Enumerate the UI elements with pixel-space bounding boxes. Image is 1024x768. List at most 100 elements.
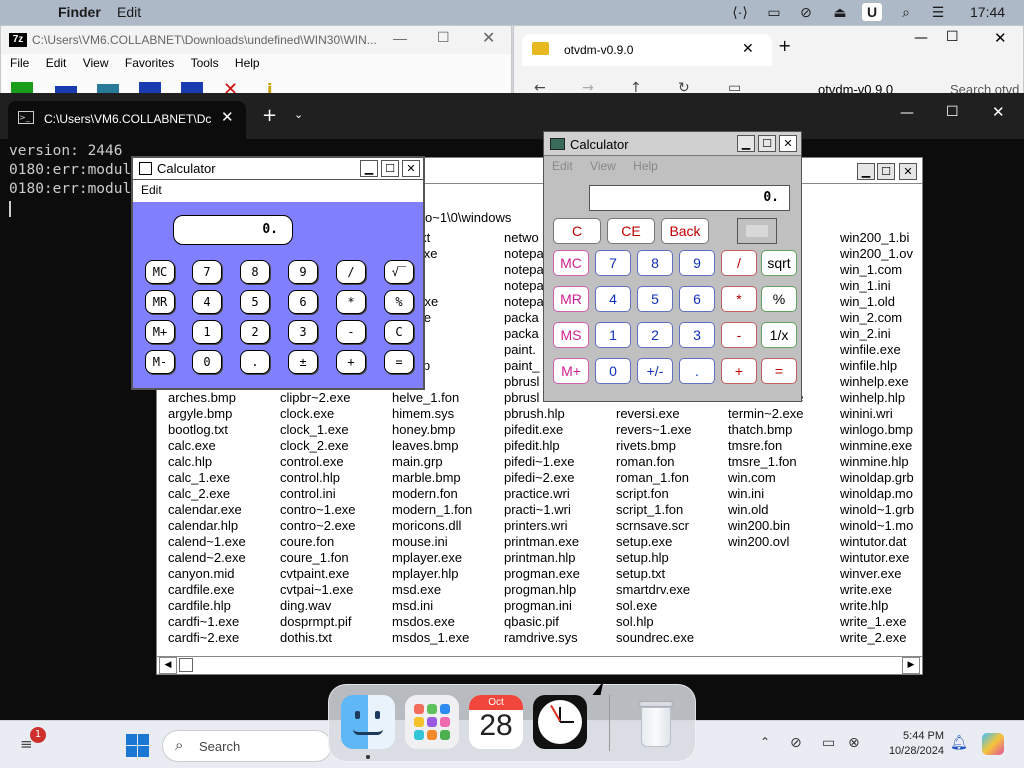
scroll-left-icon[interactable]: ◀ <box>159 657 177 674</box>
file-item[interactable]: calend~1.exe <box>168 534 246 550</box>
file-item[interactable]: cardfi~2.exe <box>168 630 239 646</box>
file-item[interactable]: progman.exe <box>504 566 580 582</box>
file-item[interactable]: roman.fon <box>616 454 675 470</box>
menu-help[interactable]: Help <box>633 159 658 173</box>
calc1-key-button[interactable]: C <box>384 320 414 344</box>
menu-tools[interactable]: Tools <box>191 56 219 70</box>
file-item[interactable]: clock_2.exe <box>280 438 349 454</box>
calc2-key-button[interactable]: + <box>721 358 757 384</box>
volume-off-icon[interactable]: ⊗ <box>848 735 860 751</box>
calc1-key-button[interactable]: 8 <box>240 260 270 284</box>
taskbar-clock[interactable]: 5:44 PM 10/28/2024 <box>872 729 944 759</box>
file-item[interactable]: wintutor.exe <box>840 550 909 566</box>
calc1-key-button[interactable]: 3 <box>288 320 318 344</box>
finder-menu[interactable]: Finder <box>58 4 101 20</box>
file-item[interactable]: winhelp.exe <box>840 374 909 390</box>
calc1-key-button[interactable]: 1 <box>192 320 222 344</box>
calc2-key-button[interactable]: MS <box>553 322 589 348</box>
file-item[interactable]: write.hlp <box>840 598 888 614</box>
calc2-key-button[interactable]: M+ <box>553 358 589 384</box>
file-item[interactable]: control.exe <box>280 454 344 470</box>
file-item[interactable]: pifedit.hlp <box>504 438 560 454</box>
user-icon[interactable]: U <box>862 3 882 21</box>
file-item[interactable]: notepa <box>504 246 544 262</box>
new-tab-icon[interactable]: + <box>262 105 277 126</box>
display-icon[interactable]: ▭ <box>822 735 835 751</box>
file-item[interactable]: calend~2.exe <box>168 550 246 566</box>
file-item[interactable]: msd.ini <box>392 598 433 614</box>
file-item[interactable]: arches.bmp <box>168 390 236 406</box>
calc2-key-button[interactable]: * <box>721 286 757 312</box>
file-item[interactable]: win_1.old <box>840 294 895 310</box>
file-item[interactable]: calc.hlp <box>168 454 212 470</box>
menu-edit[interactable]: Edit <box>552 159 573 173</box>
file-item[interactable]: write_2.exe <box>840 630 906 646</box>
file-item[interactable]: calc_2.exe <box>168 486 230 502</box>
calc2-key-button[interactable]: 2 <box>637 322 673 348</box>
chevron-down-icon[interactable]: ⌄ <box>294 108 303 121</box>
launchpad-icon[interactable] <box>405 695 459 749</box>
calc1-key-button[interactable]: - <box>336 320 366 344</box>
terminal-tab[interactable]: >_ C:\Users\VM6.COLLABNET\Dc ✕ <box>8 101 246 139</box>
menu-edit[interactable]: Edit <box>141 183 162 197</box>
file-item[interactable]: thatch.bmp <box>728 422 792 438</box>
file-item[interactable]: coure_1.fon <box>280 550 349 566</box>
file-item[interactable]: dothis.txt <box>280 630 332 646</box>
file-item[interactable]: win200.ovl <box>728 534 789 550</box>
calc2-key-button[interactable]: 7 <box>595 250 631 276</box>
file-item[interactable]: pbrusl <box>504 374 539 390</box>
calc2-key-button[interactable]: 5 <box>637 286 673 312</box>
calc1-key-button[interactable]: / <box>336 260 366 284</box>
calc2-key-button[interactable]: 3 <box>679 322 715 348</box>
file-item[interactable]: packa <box>504 310 539 326</box>
file-item[interactable]: win.com <box>728 470 776 486</box>
menu-view[interactable]: View <box>590 159 616 173</box>
calc2-key-button[interactable]: / <box>721 250 757 276</box>
file-item[interactable]: clipbr~2.exe <box>280 390 350 406</box>
file-item[interactable]: calendar.hlp <box>168 518 238 534</box>
eject-icon[interactable]: ⏏ <box>830 3 850 21</box>
clock-icon[interactable] <box>533 695 587 749</box>
calc1-key-button[interactable]: 6 <box>288 290 318 314</box>
file-item[interactable]: clock.exe <box>280 406 334 422</box>
file-item[interactable]: calendar.exe <box>168 502 242 518</box>
file-item[interactable]: netwo <box>504 230 539 246</box>
close-icon[interactable]: ✕ <box>779 135 797 152</box>
calc2-key-button[interactable]: 1/x <box>761 322 797 348</box>
calc2-key-button[interactable]: +/- <box>637 358 673 384</box>
file-item[interactable]: winver.exe <box>840 566 901 582</box>
file-item[interactable]: argyle.bmp <box>168 406 232 422</box>
chevron-up-icon[interactable]: ⌃ <box>760 735 770 749</box>
file-item[interactable]: helve_1.fon <box>392 390 459 406</box>
calc1-key-button[interactable]: MC <box>145 260 175 284</box>
file-item[interactable]: cvtpai~1.exe <box>280 582 353 598</box>
file-item[interactable]: pbrusl <box>504 390 539 406</box>
file-item[interactable]: reversi.exe <box>616 406 680 422</box>
minimize-icon[interactable]: ▁ <box>737 135 755 152</box>
file-item[interactable]: sol.hlp <box>616 614 654 630</box>
file-item[interactable]: cardfile.exe <box>168 582 234 598</box>
file-item[interactable]: setup.txt <box>616 566 665 582</box>
file-item[interactable]: clock_1.exe <box>280 422 349 438</box>
calc1-key-button[interactable]: 5 <box>240 290 270 314</box>
file-item[interactable]: canyon.mid <box>168 566 234 582</box>
file-item[interactable]: ding.wav <box>280 598 331 614</box>
calc2-key-button[interactable]: 0 <box>595 358 631 384</box>
calc2-key-button[interactable]: 9 <box>679 250 715 276</box>
backspace-button[interactable]: Back <box>661 218 709 244</box>
file-item[interactable]: pifedit.exe <box>504 422 563 438</box>
calc1-key-button[interactable]: = <box>384 350 414 374</box>
menu-file[interactable]: File <box>10 56 29 70</box>
calc2-key-button[interactable]: 4 <box>595 286 631 312</box>
file-item[interactable]: win_2.ini <box>840 326 891 342</box>
close-icon[interactable]: ✕ <box>482 28 495 48</box>
file-item[interactable]: winfile.hlp <box>840 358 897 374</box>
file-item[interactable]: calc_1.exe <box>168 470 230 486</box>
calc2-key-button[interactable]: MC <box>553 250 589 276</box>
menubar-clock[interactable]: 17:44 <box>970 4 1005 20</box>
calc2-key-button[interactable]: . <box>679 358 715 384</box>
file-item[interactable]: winoldap.grb <box>840 470 914 486</box>
maximize-icon[interactable]: ☐ <box>758 135 776 152</box>
file-item[interactable]: paint_ <box>504 358 539 374</box>
network-icon[interactable]: ⊘ <box>790 735 802 751</box>
